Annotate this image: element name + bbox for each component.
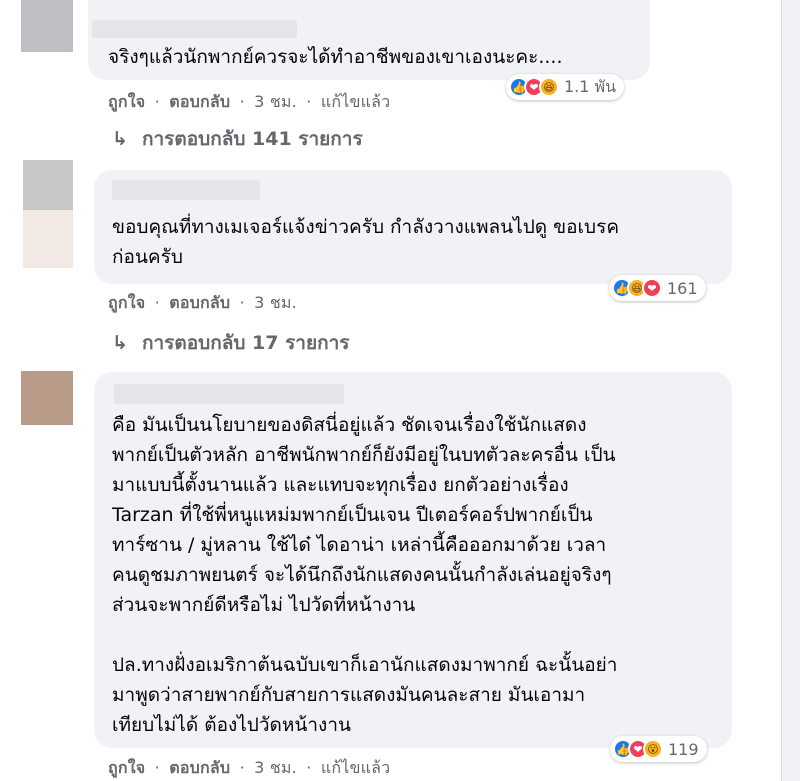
timestamp[interactable]: 3 ชม. xyxy=(254,758,297,777)
comment-actions: ถูกใจ · ตอบกลับ · 3 ชม. xyxy=(108,291,301,316)
separator: · xyxy=(306,758,312,777)
commenter-name-redacted[interactable] xyxy=(112,180,260,200)
comment-text-ps: ปล.ทางฝั่งอเมริกาต้นฉบับเขาก็เอานักแสดงม… xyxy=(112,654,618,736)
haha-icon: 😆 xyxy=(539,77,559,97)
commenter-name-redacted[interactable] xyxy=(92,20,297,38)
edited-label[interactable]: แก้ไขแล้ว xyxy=(321,758,391,777)
separator: · xyxy=(154,758,160,777)
replies-label: การตอบกลับ 141 รายการ xyxy=(142,128,363,150)
replies-label: การตอบกลับ 17 รายการ xyxy=(142,332,350,354)
comment-text: จริงๆแล้วนักพากย์ควรจะได้ทำอาชีพของเขาเอ… xyxy=(108,46,563,68)
reply-arrow-icon: ↳ xyxy=(112,332,128,354)
comment-actions: ถูกใจ · ตอบกลับ · 3 ชม. · แก้ไขแล้ว xyxy=(108,756,394,781)
view-replies-link[interactable]: ↳ การตอบกลับ 141 รายการ xyxy=(112,124,363,154)
view-replies-link[interactable]: ↳ การตอบกลับ 17 รายการ xyxy=(112,328,349,358)
comment-text: ขอบคุณที่ทางเมเจอร์แจ้งข่าวครับ กำลังวาง… xyxy=(112,216,620,268)
comment-text: คือ มันเป็นนโยบายของดิสนี่อยู่แล้ว ชัดเจ… xyxy=(112,414,616,616)
comment-actions: ถูกใจ · ตอบกลับ · 3 ชม. · แก้ไขแล้ว xyxy=(108,90,394,115)
commenter-name-redacted[interactable] xyxy=(114,384,344,404)
reply-link[interactable]: ตอบกลับ xyxy=(169,293,230,312)
like-link[interactable]: ถูกใจ xyxy=(108,293,145,312)
reply-arrow-icon: ↳ xyxy=(112,128,128,150)
reaction-summary[interactable]: 👍 ❤ 😆 1.1 พัน xyxy=(506,74,625,100)
reply-link[interactable]: ตอบกลับ xyxy=(169,758,230,777)
separator: · xyxy=(154,92,160,111)
love-icon: ❤ xyxy=(642,278,662,298)
avatar[interactable] xyxy=(23,160,73,268)
separator: · xyxy=(154,293,160,312)
wow-icon: 😮 xyxy=(643,739,663,759)
like-link[interactable]: ถูกใจ xyxy=(108,92,145,111)
separator: · xyxy=(239,758,245,777)
avatar[interactable] xyxy=(21,0,73,52)
reaction-summary[interactable]: 👍 ❤ 😮 119 xyxy=(610,736,707,762)
timestamp[interactable]: 3 ชม. xyxy=(254,293,297,312)
timestamp[interactable]: 3 ชม. xyxy=(254,92,297,111)
avatar[interactable] xyxy=(21,371,73,425)
reaction-summary[interactable]: 👍 😆 ❤ 161 xyxy=(609,275,706,301)
reaction-count: 161 xyxy=(667,278,698,298)
reaction-count: 1.1 พัน xyxy=(564,76,617,96)
separator: · xyxy=(239,293,245,312)
reaction-count: 119 xyxy=(668,739,699,759)
scrollbar[interactable] xyxy=(781,0,800,781)
reply-link[interactable]: ตอบกลับ xyxy=(169,92,230,111)
separator: · xyxy=(239,92,245,111)
edited-label[interactable]: แก้ไขแล้ว xyxy=(321,92,391,111)
like-link[interactable]: ถูกใจ xyxy=(108,758,145,777)
separator: · xyxy=(306,92,312,111)
